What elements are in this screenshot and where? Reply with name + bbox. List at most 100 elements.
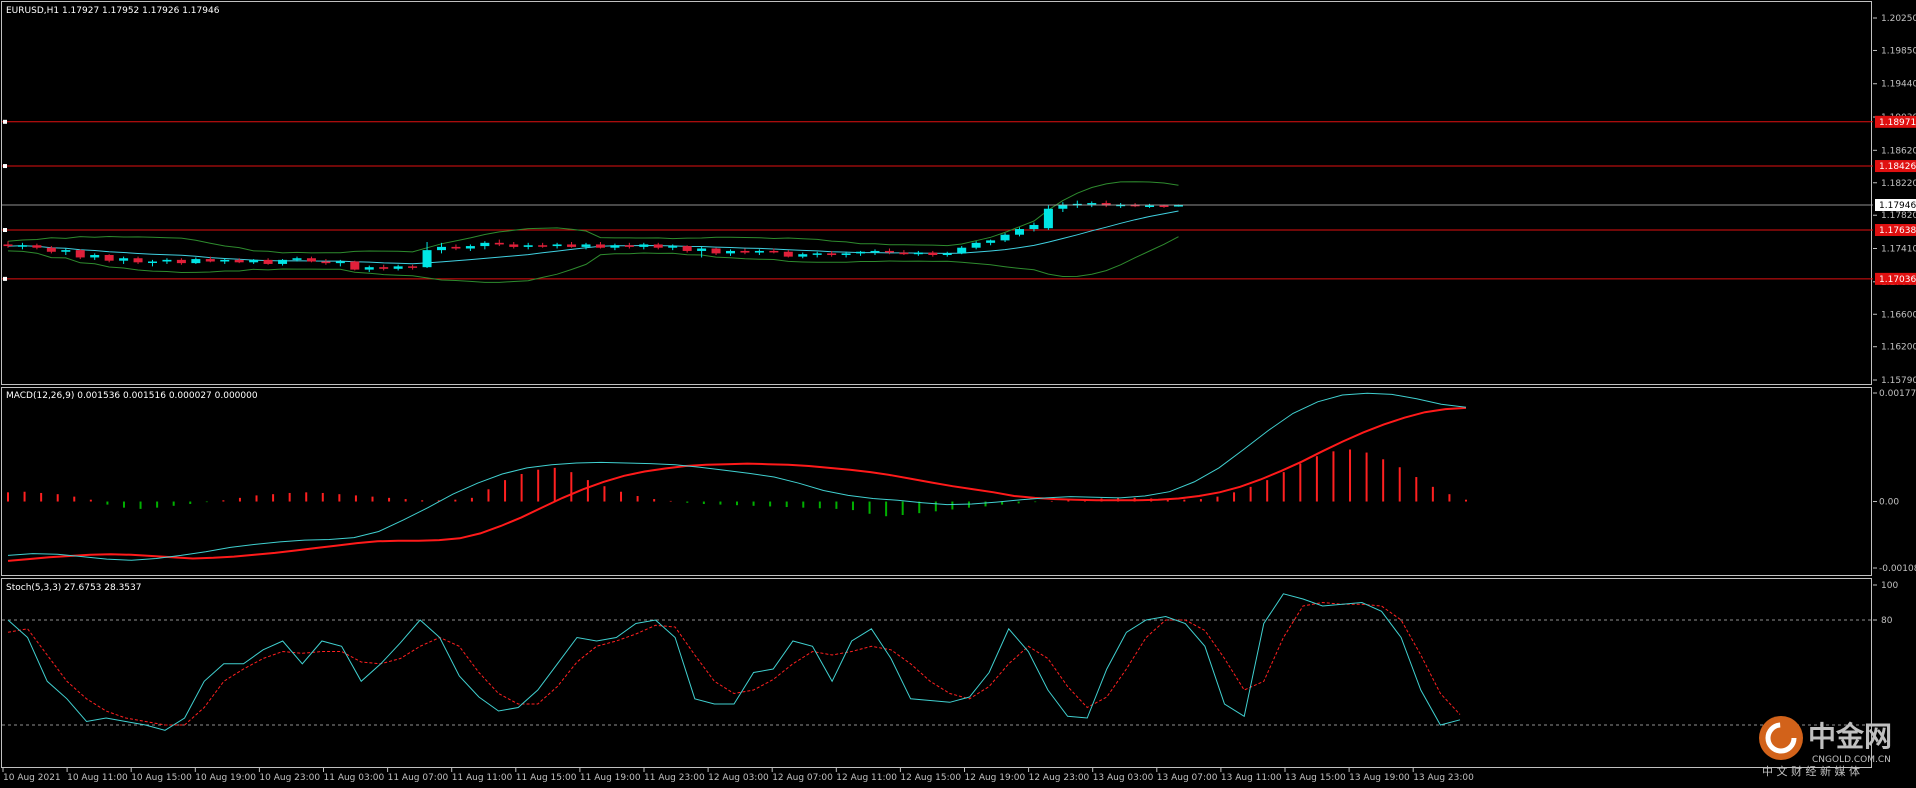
candle-body bbox=[913, 252, 923, 255]
time-tick-label: 11 Aug 07:00 bbox=[388, 773, 449, 783]
time-tick-label: 12 Aug 23:00 bbox=[1029, 773, 1090, 783]
time-tick-label: 12 Aug 11:00 bbox=[836, 773, 897, 783]
price-tick-label: 1.20250 bbox=[1881, 14, 1916, 24]
price-tick-label: 1.19440 bbox=[1881, 80, 1916, 90]
price-tick-label: 1.17820 bbox=[1881, 211, 1916, 221]
price-tick-label: 1.17410 bbox=[1881, 245, 1916, 255]
candle-body bbox=[668, 246, 678, 248]
candle-body bbox=[711, 248, 721, 254]
trading-chart[interactable]: 1.202501.198501.194401.190301.186201.182… bbox=[0, 0, 1916, 788]
time-tick-label: 13 Aug 19:00 bbox=[1349, 773, 1410, 783]
price-tick-label: 1.19850 bbox=[1881, 46, 1916, 56]
candle-body bbox=[465, 246, 475, 249]
candle-body bbox=[205, 259, 215, 262]
candle-body bbox=[162, 259, 172, 262]
macd-tick-label: 0.00 bbox=[1879, 498, 1899, 508]
candle-body bbox=[32, 245, 42, 248]
time-tick-label: 11 Aug 03:00 bbox=[324, 773, 385, 783]
candle-body bbox=[986, 240, 996, 243]
level-handle bbox=[3, 228, 7, 233]
level-handle bbox=[3, 164, 7, 169]
time-tick-label: 11 Aug 19:00 bbox=[580, 773, 641, 783]
time-tick-label: 13 Aug 15:00 bbox=[1285, 773, 1346, 783]
candle-body bbox=[812, 253, 822, 255]
candle-body bbox=[841, 253, 851, 256]
candle-body bbox=[306, 258, 316, 262]
candle-body bbox=[234, 259, 244, 263]
candle-body bbox=[899, 252, 909, 255]
level-price-label: 1.18971 bbox=[1879, 118, 1916, 128]
candle-body bbox=[133, 258, 143, 263]
watermark-tagline: 中 文 财 经 新 媒 体 bbox=[1762, 764, 1860, 778]
candle-body bbox=[769, 250, 779, 253]
candle-body bbox=[90, 255, 100, 258]
candle-body bbox=[567, 244, 577, 247]
candle-body bbox=[1029, 224, 1039, 230]
time-tick-label: 10 Aug 19:00 bbox=[195, 773, 256, 783]
candle-body bbox=[494, 242, 504, 245]
candle-body bbox=[393, 266, 403, 269]
candle-body bbox=[928, 252, 938, 256]
candle-body bbox=[971, 242, 981, 248]
time-tick-label: 13 Aug 07:00 bbox=[1157, 773, 1218, 783]
level-handle bbox=[3, 276, 7, 281]
price-panel-label: EURUSD,H1 1.17927 1.17952 1.17926 1.1794… bbox=[6, 6, 220, 16]
candle-body bbox=[870, 250, 880, 253]
candle-body bbox=[148, 261, 157, 263]
price-tick-label: 1.18220 bbox=[1881, 179, 1916, 189]
stoch-tick-label: 100 bbox=[1881, 581, 1898, 591]
candle-body bbox=[451, 246, 461, 249]
time-tick-label: 11 Aug 15:00 bbox=[516, 773, 577, 783]
candle-body bbox=[176, 259, 186, 264]
candle-body bbox=[1015, 229, 1024, 235]
level-handle bbox=[3, 119, 7, 124]
candle-body bbox=[884, 250, 894, 253]
candle-body bbox=[191, 259, 201, 264]
candle-body bbox=[942, 253, 952, 256]
candle-body bbox=[75, 250, 85, 258]
candle-body bbox=[278, 259, 288, 264]
time-tick-label: 13 Aug 11:00 bbox=[1221, 773, 1282, 783]
time-tick-label: 12 Aug 07:00 bbox=[772, 773, 833, 783]
candle-body bbox=[379, 267, 389, 269]
candle-body bbox=[653, 244, 663, 248]
candle-body bbox=[364, 267, 374, 270]
time-tick-label: 13 Aug 03:00 bbox=[1093, 773, 1154, 783]
candle-body bbox=[595, 244, 605, 248]
stoch-panel-label: Stoch(5,3,3) 27.6753 28.3537 bbox=[6, 583, 141, 593]
time-tick-label: 10 Aug 11:00 bbox=[67, 773, 128, 783]
time-tick-label: 12 Aug 19:00 bbox=[965, 773, 1026, 783]
candle-body bbox=[726, 250, 735, 254]
level-price-label: 1.17036 bbox=[1879, 275, 1916, 285]
candle-body bbox=[249, 259, 259, 263]
candle-body bbox=[292, 258, 302, 260]
candle-body bbox=[798, 254, 808, 257]
candle-body bbox=[827, 253, 837, 256]
candle-body bbox=[480, 242, 490, 247]
candle-body bbox=[509, 244, 519, 247]
time-tick-label: 13 Aug 23:00 bbox=[1413, 773, 1474, 783]
candle-body bbox=[220, 259, 230, 262]
time-tick-label: 10 Aug 2021 bbox=[3, 773, 61, 783]
candle-body bbox=[17, 245, 27, 247]
candle-body bbox=[523, 245, 533, 247]
level-price-label: 1.18426 bbox=[1879, 162, 1916, 172]
candle-body bbox=[538, 245, 548, 247]
candle-body bbox=[957, 247, 967, 254]
price-tick-label: 1.15790 bbox=[1881, 376, 1916, 386]
candle-body bbox=[783, 251, 793, 257]
candle-body bbox=[422, 250, 432, 268]
candle-body bbox=[697, 248, 707, 251]
candle-body bbox=[437, 246, 446, 251]
candle-body bbox=[350, 261, 360, 270]
time-tick-label: 11 Aug 23:00 bbox=[644, 773, 705, 783]
candle-body bbox=[552, 244, 562, 247]
time-tick-label: 12 Aug 15:00 bbox=[900, 773, 961, 783]
time-tick-label: 10 Aug 23:00 bbox=[259, 773, 320, 783]
candle-body bbox=[46, 247, 56, 252]
candle-body bbox=[408, 266, 418, 268]
price-tick-label: 1.18620 bbox=[1881, 146, 1916, 156]
watermark-domain: CNGOLD.COM.CN bbox=[1812, 755, 1891, 765]
candle-body bbox=[321, 261, 331, 264]
candle-body bbox=[1145, 205, 1155, 207]
